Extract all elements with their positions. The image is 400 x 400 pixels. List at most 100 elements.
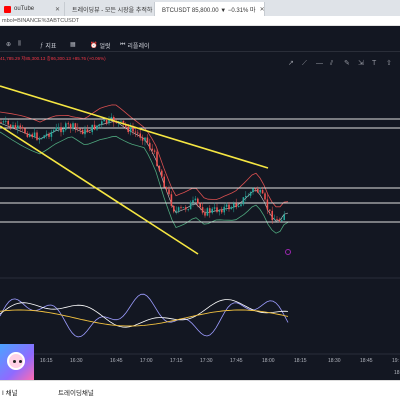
candle-body xyxy=(5,120,7,122)
brush-tool-icon[interactable]: ✎ xyxy=(344,60,350,67)
channel-label[interactable]: I 채널 xyxy=(2,387,18,397)
candle-body xyxy=(60,127,62,133)
candle-body xyxy=(89,132,91,133)
candle-body xyxy=(77,127,79,129)
candle-body xyxy=(98,124,101,126)
oscillator-line-1 xyxy=(0,299,289,328)
candle-body xyxy=(218,209,221,212)
candle-body xyxy=(141,137,144,141)
channel-tool-icon[interactable]: ⫽ xyxy=(329,59,334,67)
candle-body xyxy=(50,131,53,137)
avatar[interactable] xyxy=(0,344,34,380)
candle-body xyxy=(81,129,84,135)
candle-body xyxy=(144,137,146,141)
candle-body xyxy=(137,132,139,134)
candle-body xyxy=(101,121,103,125)
candle-body xyxy=(211,208,213,213)
candle-body xyxy=(187,209,189,211)
bollinger-bands xyxy=(0,104,289,234)
candle-body xyxy=(26,133,29,137)
text-tool-icon[interactable]: T xyxy=(372,60,377,67)
tab-btcusdt[interactable]: BTCUSDT 85,800.00 ▼ −0.31% 마 ✕ xyxy=(155,2,265,16)
time-tick-label: 18: xyxy=(394,370,400,376)
candle-body xyxy=(103,119,105,122)
candle-body xyxy=(245,195,247,198)
candle-body xyxy=(194,198,197,201)
oscillator-pane xyxy=(0,293,289,338)
candle-body xyxy=(257,189,259,193)
event-marker-icon[interactable] xyxy=(285,249,291,255)
time-tick-label: 17:00 xyxy=(140,358,153,364)
candle-body xyxy=(149,142,151,149)
candle-body xyxy=(153,150,156,152)
time-tick-label: 16:45 xyxy=(110,358,123,364)
address-bar[interactable]: mbol=BINANCE%3ABTCUSDT xyxy=(0,16,400,26)
candle-body xyxy=(273,219,276,221)
candle-body xyxy=(139,133,141,138)
candle-body xyxy=(276,219,278,220)
candle-body xyxy=(281,220,283,222)
candle-body xyxy=(161,170,163,177)
price-chart[interactable]: ↗ ⟋ — ⫽ ✎ ⇲ T ⇧ 16:15 16:30 16:45 17:00 17:1… xyxy=(0,26,400,380)
candle-body xyxy=(197,198,199,204)
trendline-tool-icon[interactable]: ↗ xyxy=(288,60,294,67)
candle-body xyxy=(230,207,233,210)
candle-body xyxy=(74,123,77,128)
time-tick-label: 17:45 xyxy=(230,358,243,364)
candle-body xyxy=(17,125,19,129)
candle-body xyxy=(43,135,45,139)
candle-body xyxy=(91,124,93,133)
candle-body xyxy=(31,134,33,138)
candle-body xyxy=(269,209,271,211)
candle-body xyxy=(45,133,48,136)
candle-body xyxy=(156,151,158,166)
trading-channel-label[interactable]: 트레이딩채널 xyxy=(58,387,94,397)
candle-body xyxy=(33,132,36,138)
candle-body xyxy=(216,207,218,212)
time-tick-label: 18:45 xyxy=(360,358,373,364)
candle-body xyxy=(242,197,245,205)
candle-body xyxy=(283,214,285,221)
candle-body xyxy=(151,148,153,151)
time-tick-label: 18:30 xyxy=(328,358,341,364)
candle-body xyxy=(189,202,192,210)
oscillator-line-3 xyxy=(0,309,289,327)
time-tick-label: 16:30 xyxy=(70,358,83,364)
tab-youtube[interactable]: ouTube ✕ xyxy=(0,2,65,16)
tab-label: ouTube xyxy=(14,6,35,12)
candle-body xyxy=(180,207,182,209)
candle-body xyxy=(259,189,261,193)
candle-body xyxy=(62,129,65,133)
avatar-eye xyxy=(13,360,16,363)
candle-body xyxy=(36,132,38,140)
candle-body xyxy=(24,128,26,134)
candle-body xyxy=(2,121,5,123)
candle-body xyxy=(221,209,223,213)
close-icon[interactable]: ✕ xyxy=(256,6,264,13)
bb-upper-line xyxy=(0,104,289,208)
candle-body xyxy=(264,193,266,200)
candle-body xyxy=(19,125,21,128)
candle-body xyxy=(228,204,230,210)
candle-body xyxy=(213,207,216,209)
close-icon[interactable]: ✕ xyxy=(51,6,60,13)
candle-body xyxy=(233,203,235,208)
candle-body xyxy=(235,203,237,208)
candle-body xyxy=(201,207,204,213)
candle-body xyxy=(72,123,74,129)
pin-tool-icon[interactable]: ⇧ xyxy=(386,59,392,67)
candle-body xyxy=(254,188,257,190)
time-tick-label: 18:00 xyxy=(262,358,275,364)
candle-body xyxy=(204,212,206,216)
candle-body xyxy=(86,129,89,133)
ray-tool-icon[interactable]: ⟋ xyxy=(302,59,307,67)
browser-tab-bar: ouTube ✕ 트레이딩뷰 - 모든 시장을 추적하 ✕ BTCUSDT 85… xyxy=(0,0,400,16)
hline-tool-icon[interactable]: — xyxy=(316,60,323,67)
candle-body xyxy=(21,127,24,129)
measure-tool-icon[interactable]: ⇲ xyxy=(358,59,364,67)
candle-body xyxy=(127,126,129,133)
time-axis: 16:15 16:30 16:45 17:00 17:15 17:30 17:45 18:00… xyxy=(40,358,400,376)
candle-body xyxy=(69,124,72,129)
candle-body xyxy=(271,210,273,221)
tab-tradingview[interactable]: 트레이딩뷰 - 모든 시장을 추적하 ✕ xyxy=(65,2,155,16)
